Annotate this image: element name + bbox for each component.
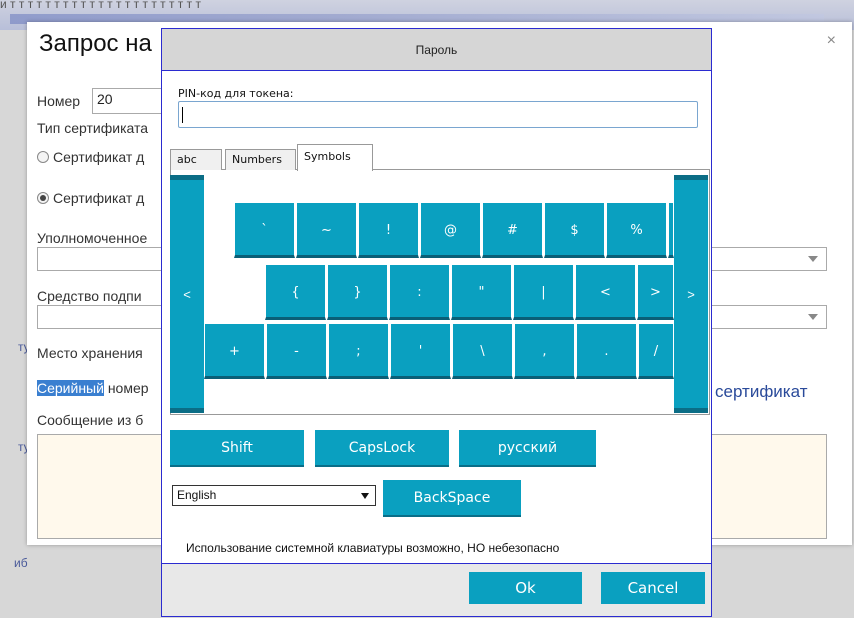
key-period[interactable]: .	[576, 323, 637, 379]
keyboard-scroll-left-button[interactable]: <	[170, 175, 204, 413]
number-label: Номер	[37, 93, 81, 109]
close-icon[interactable]: ×	[827, 32, 836, 50]
background-header-text: и т т т т т т т т т т т т т т т т т т т …	[0, 0, 201, 8]
key-plus[interactable]: +	[204, 323, 265, 379]
capslock-button[interactable]: CapsLock	[315, 430, 449, 467]
key-pipe[interactable]: |	[513, 264, 574, 320]
key-slash[interactable]: /	[638, 323, 674, 379]
shift-button[interactable]: Shift	[170, 430, 304, 467]
key-colon[interactable]: :	[389, 264, 450, 320]
key-right-brace[interactable]: }	[327, 264, 388, 320]
key-comma[interactable]: ,	[514, 323, 575, 379]
chevron-left-icon: <	[183, 286, 191, 302]
radio-label: Сертификат д	[53, 149, 145, 165]
serial-label: Серийный номер	[37, 380, 149, 396]
storage-label: Место хранения	[37, 345, 143, 361]
tab-numbers[interactable]: Numbers	[225, 149, 296, 170]
key-left-brace[interactable]: {	[265, 264, 326, 320]
certificate-link[interactable]: сертификат	[715, 382, 807, 402]
password-dialog: Пароль PIN-код для токена: abc Numbers S…	[161, 28, 712, 617]
cancel-button[interactable]: Cancel	[601, 572, 705, 604]
key-hash[interactable]: #	[482, 202, 543, 258]
chevron-down-icon	[361, 493, 369, 499]
pin-label: PIN-код для токена:	[178, 87, 294, 100]
radio-label: Сертификат д	[53, 190, 145, 206]
key-greater-than[interactable]: >	[637, 264, 674, 320]
key-semicolon[interactable]: ;	[328, 323, 389, 379]
pin-input[interactable]	[178, 101, 698, 128]
keyboard-warning: Использование системной клавиатуры возмо…	[186, 541, 560, 555]
number-input[interactable]: 20	[92, 88, 172, 114]
language-select-value: English	[177, 488, 217, 502]
password-dialog-title: Пароль	[162, 29, 711, 71]
key-at[interactable]: @	[420, 202, 481, 258]
key-exclamation[interactable]: !	[358, 202, 419, 258]
request-dialog-title: Запрос на	[39, 30, 152, 57]
key-partial[interactable]	[668, 202, 674, 258]
cert-type-radio-1[interactable]: Сертификат д	[37, 149, 144, 165]
key-dollar[interactable]: $	[544, 202, 605, 258]
language-select[interactable]: English	[172, 485, 376, 506]
radio-icon	[37, 151, 49, 163]
key-less-than[interactable]: <	[575, 264, 636, 320]
chevron-down-icon	[808, 314, 818, 320]
tab-symbols[interactable]: Symbols	[297, 144, 373, 171]
tab-abc[interactable]: abc	[170, 149, 222, 170]
chevron-right-icon: >	[687, 286, 695, 302]
key-backtick[interactable]: `	[234, 202, 295, 258]
text-cursor	[182, 107, 183, 123]
signing-tool-label: Средство подпи	[37, 288, 142, 304]
backspace-button[interactable]: BackSpace	[383, 480, 521, 517]
key-double-quote[interactable]: "	[451, 264, 512, 320]
serial-label-rest: номер	[107, 380, 149, 396]
message-label: Сообщение из б	[37, 412, 144, 428]
background-bottom-text: иб	[14, 556, 28, 570]
key-backslash[interactable]: \	[452, 323, 513, 379]
keyboard-scroll-right-button[interactable]: >	[674, 175, 708, 413]
key-minus[interactable]: -	[266, 323, 327, 379]
key-percent[interactable]: %	[606, 202, 667, 258]
selected-text: Серийный	[37, 380, 104, 396]
authorized-label: Уполномоченное	[37, 230, 148, 246]
russian-layout-button[interactable]: русский	[459, 430, 596, 467]
cert-type-label: Тип сертификата	[37, 120, 149, 136]
chevron-down-icon	[808, 256, 818, 262]
radio-selected-icon	[37, 192, 49, 204]
ok-button[interactable]: Ok	[469, 572, 582, 604]
key-apostrophe[interactable]: '	[390, 323, 451, 379]
cert-type-radio-2[interactable]: Сертификат д	[37, 190, 144, 206]
key-tilde[interactable]: ~	[296, 202, 357, 258]
